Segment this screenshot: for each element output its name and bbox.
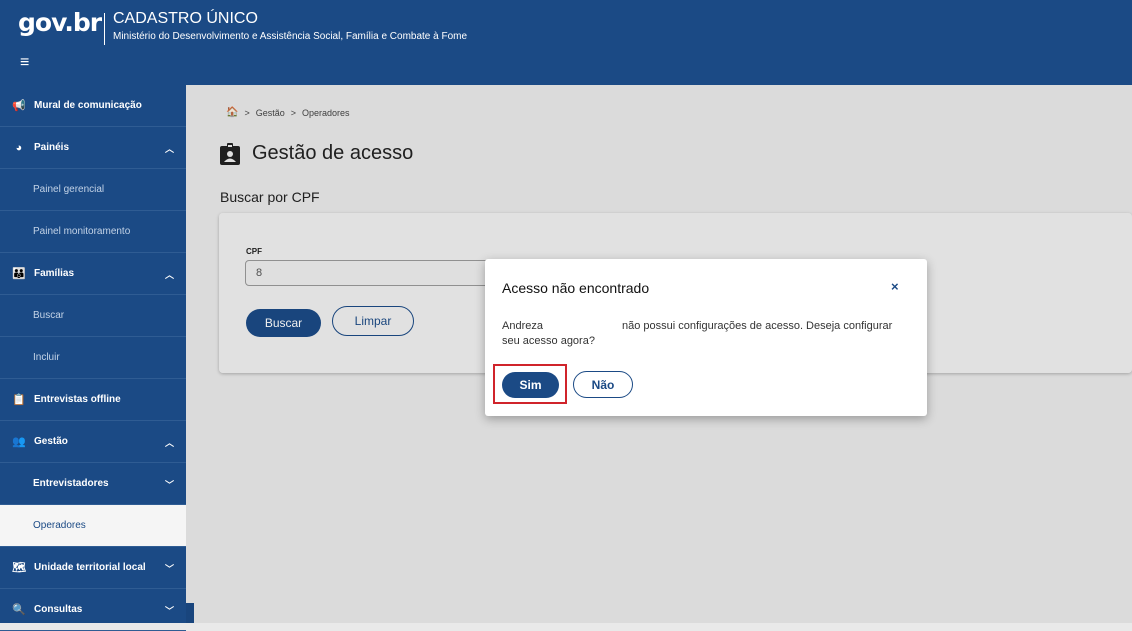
sidebar-item-buscar[interactable]: Buscar bbox=[0, 295, 186, 337]
chevron-up-icon: ︿ bbox=[164, 270, 174, 280]
sidebar-item-painel-gerencial[interactable]: Painel gerencial bbox=[0, 169, 186, 211]
search-icon: 🔍 bbox=[12, 604, 26, 616]
pie-chart-icon: ◕ bbox=[15, 141, 23, 154]
no-button[interactable]: Não bbox=[573, 371, 633, 398]
govbr-logo[interactable]: gov.br bbox=[18, 8, 102, 37]
chevron-down-icon: ﹀ bbox=[164, 564, 174, 574]
chevron-down-icon: ﹀ bbox=[164, 480, 174, 490]
sidebar-item-unidade-territorial[interactable]: 🗺 Unidade territorial local ﹀ bbox=[0, 547, 186, 589]
sidebar-item-label: Operadores bbox=[33, 520, 86, 531]
sidebar-item-label: Gestão bbox=[34, 436, 68, 447]
sidebar-item-paineis[interactable]: ◕ Painéis ︿ bbox=[0, 127, 186, 169]
sidebar-item-label: Famílias bbox=[34, 268, 75, 279]
app-subtitle: Ministério do Desenvolvimento e Assistên… bbox=[113, 31, 468, 42]
sidebar-item-incluir[interactable]: Incluir bbox=[0, 337, 186, 379]
family-icon: 👪 bbox=[12, 268, 26, 280]
sidebar-item-gestao[interactable]: 👥 Gestão ︿ bbox=[0, 421, 186, 463]
user-name: Andreza bbox=[502, 320, 543, 332]
sidebar-item-label: Painéis bbox=[34, 142, 70, 153]
sidebar-item-label: Unidade territorial local bbox=[34, 562, 146, 573]
sidebar-item-entrevistadores[interactable]: Entrevistadores ﹀ bbox=[0, 463, 186, 505]
users-gear-icon: 👥 bbox=[12, 436, 26, 448]
dialog-title: Acesso não encontrado bbox=[502, 280, 650, 296]
sidebar-item-label: Entrevistas offline bbox=[34, 394, 121, 405]
access-not-found-dialog: Acesso não encontrado × Andreza não possu… bbox=[485, 259, 927, 416]
sidebar: 📢 Mural de comunicação ◕ Painéis ︿ Paine… bbox=[0, 85, 186, 631]
megaphone-icon: 📢 bbox=[12, 100, 26, 112]
hamburger-icon[interactable]: ≡ bbox=[20, 55, 29, 71]
sidebar-item-mural[interactable]: 📢 Mural de comunicação bbox=[0, 85, 186, 127]
sidebar-item-label: Buscar bbox=[33, 310, 65, 321]
logo-separator bbox=[104, 13, 105, 45]
chevron-up-icon: ︿ bbox=[164, 144, 174, 154]
sidebar-item-label: Consultas bbox=[34, 604, 83, 615]
sidebar-item-label: Incluir bbox=[33, 352, 60, 363]
app-title: CADASTRO ÚNICO bbox=[113, 10, 258, 27]
sidebar-item-consultas[interactable]: 🔍 Consultas ﹀ bbox=[0, 589, 186, 631]
yes-button[interactable]: Sim bbox=[502, 372, 559, 398]
sidebar-item-label: Entrevistadores bbox=[33, 478, 109, 489]
sidebar-item-label: Painel gerencial bbox=[33, 184, 105, 195]
sidebar-item-label: Mural de comunicação bbox=[34, 100, 142, 111]
chevron-up-icon: ︿ bbox=[164, 438, 174, 448]
clipboard-icon: 📋 bbox=[12, 394, 26, 406]
map-icon: 🗺 bbox=[12, 562, 26, 574]
sidebar-item-painel-monitoramento[interactable]: Painel monitoramento bbox=[0, 211, 186, 253]
sidebar-item-operadores[interactable]: Operadores bbox=[0, 505, 186, 547]
dialog-message: Andreza não possui configurações de acess… bbox=[502, 319, 912, 349]
sidebar-item-entrevistas-offline[interactable]: 📋 Entrevistas offline bbox=[0, 379, 186, 421]
chevron-down-icon: ﹀ bbox=[164, 606, 174, 616]
sidebar-item-familias[interactable]: 👪 Famílias ︿ bbox=[0, 253, 186, 295]
top-header: gov.br CADASTRO ÚNICO Ministério do Dese… bbox=[0, 0, 1132, 85]
close-icon[interactable]: × bbox=[891, 279, 899, 294]
sidebar-item-label: Painel monitoramento bbox=[33, 226, 131, 237]
